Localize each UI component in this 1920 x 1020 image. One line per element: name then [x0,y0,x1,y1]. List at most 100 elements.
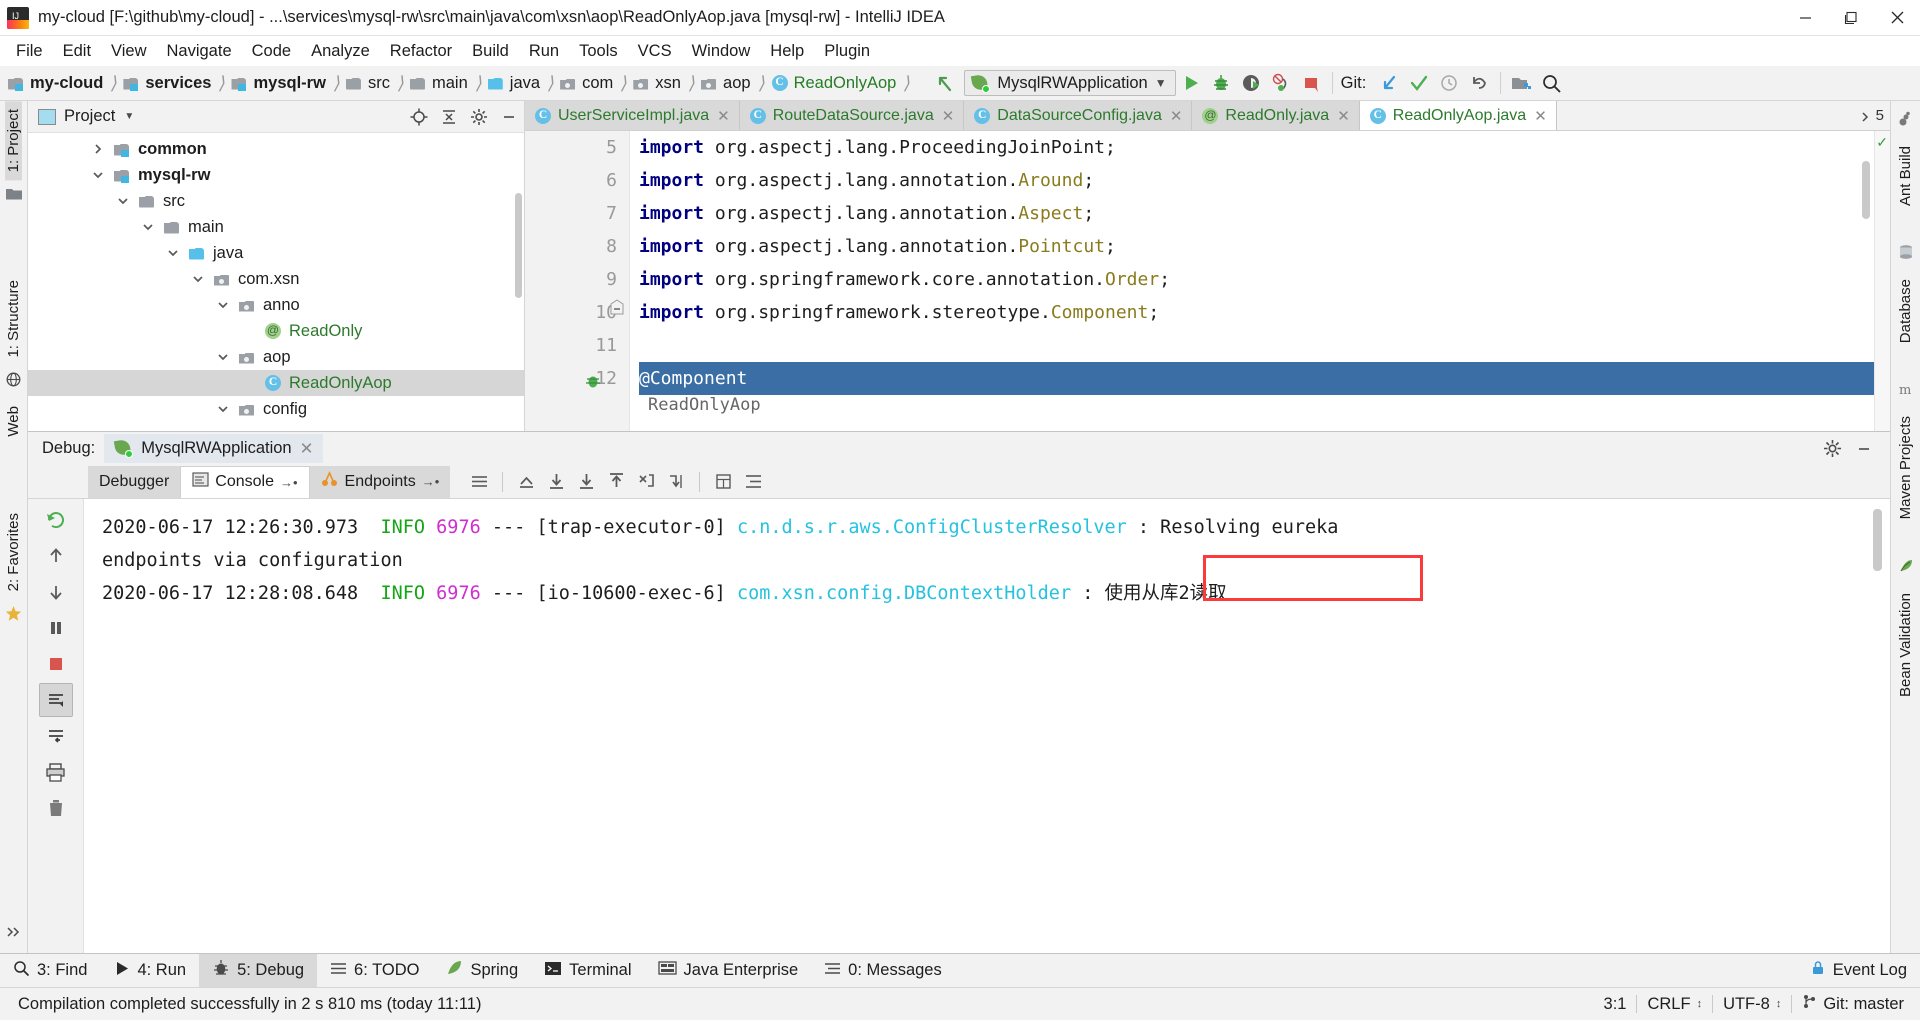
maven-icon[interactable]: m [1898,381,1914,402]
print-icon[interactable] [39,755,73,789]
menu-item-code[interactable]: Code [242,40,301,63]
trace-up-icon[interactable] [511,467,541,497]
rail-button-bean-validation[interactable]: Bean Validation [1897,585,1914,705]
tab-readonlyaop[interactable]: ReadOnlyAop.java ✕ [1359,101,1557,130]
step-over-icon[interactable] [541,467,571,497]
hide-panel-icon[interactable] [1848,434,1880,464]
menu-item-help[interactable]: Help [760,40,814,63]
hide-panel-icon[interactable] [494,102,524,132]
close-button[interactable] [1874,0,1920,36]
tab-datasourceconfig[interactable]: DataSourceConfig.java ✕ [964,101,1193,130]
menu-item-build[interactable]: Build [462,40,519,63]
tab-debugger[interactable]: Debugger [88,465,181,498]
breadcrumb-item-readonlyaop[interactable]: ReadOnlyAop [789,74,900,93]
project-tree[interactable]: common mysql-rw src main java com.xsn an… [28,133,524,431]
git-history-icon[interactable] [1434,69,1464,97]
chevron-down-icon[interactable] [215,401,231,417]
close-icon[interactable]: ✕ [1534,107,1547,125]
tab-userserviceimpl[interactable]: UserServiceImpl.java ✕ [525,101,740,130]
soft-wrap-toggle-icon[interactable] [39,719,73,753]
run-to-cursor-icon[interactable] [661,467,691,497]
tree-item-readonlyaop[interactable]: ReadOnlyAop [28,370,524,396]
bottom-item-spring[interactable]: Spring [432,954,531,988]
menu-item-edit[interactable]: Edit [53,40,101,63]
bottom-item-todo[interactable]: 6: TODO [317,954,432,988]
tab-console[interactable]: Console →• [180,465,310,498]
profile-icon[interactable] [1266,69,1296,97]
rail-button-favorites[interactable]: 2: Favorites [5,505,22,599]
database-icon[interactable] [1898,244,1914,265]
chevron-down-icon[interactable] [215,297,231,313]
minimize-button[interactable] [1782,0,1828,36]
scroll-from-source-icon[interactable] [404,102,434,132]
clear-all-icon[interactable] [39,791,73,825]
console-scrollbar[interactable] [1873,509,1882,571]
breadcrumb-item-mysql-rw[interactable]: mysql-rw [248,74,328,93]
scroll-to-end-icon[interactable] [464,467,494,497]
rail-expand-icon[interactable] [6,923,21,943]
stop-icon[interactable] [1296,69,1326,97]
chevron-down-icon[interactable] [140,219,156,235]
close-icon[interactable]: ✕ [1337,107,1350,125]
breadcrumb-item-xsn[interactable]: xsn [650,74,684,93]
git-rollback-icon[interactable] [1464,69,1494,97]
event-log-button[interactable]: Event Log [1797,954,1920,988]
project-settings-icon[interactable] [1507,69,1537,97]
git-branch-widget[interactable]: Git: master [1792,994,1920,1014]
menu-item-vcs[interactable]: VCS [628,40,682,63]
tree-item-config[interactable]: config [28,396,524,422]
settings-gear-icon[interactable] [1816,434,1848,464]
close-icon[interactable]: ✕ [717,107,730,125]
tree-item-main[interactable]: main [28,214,524,240]
tree-item-aop[interactable]: aop [28,344,524,370]
line-separator-selector[interactable]: CRLF ↕ [1637,995,1712,1014]
pause-icon[interactable] [39,611,73,645]
chevron-down-icon[interactable] [190,271,206,287]
force-step-into-icon[interactable] [631,467,661,497]
step-into-icon[interactable] [571,467,601,497]
run-with-coverage-icon[interactable] [1236,69,1266,97]
chevron-down-icon[interactable] [90,167,106,183]
editor-inspection-gutter[interactable]: ✓ [1874,131,1890,431]
menu-item-analyze[interactable]: Analyze [301,40,380,63]
bottom-item-java-enterprise[interactable]: Java Enterprise [645,954,812,988]
run-configuration-selector[interactable]: MysqlRWApplication ▼ [964,70,1176,96]
up-arrow-icon[interactable] [39,539,73,573]
editor-scrollbar[interactable] [1862,161,1870,219]
search-everywhere-icon[interactable] [1537,69,1567,97]
bottom-item-terminal[interactable]: Terminal [531,954,644,988]
rail-button-ant-build[interactable]: Ant Build [1897,138,1914,214]
maximize-button[interactable] [1828,0,1874,36]
back-arrow-icon[interactable] [930,69,960,97]
tree-item-mysql-rw[interactable]: mysql-rw [28,162,524,188]
tree-item-src[interactable]: src [28,188,524,214]
git-update-icon[interactable] [1374,69,1404,97]
run-icon[interactable] [1176,69,1206,97]
breadcrumb-item-main[interactable]: main [427,74,471,93]
caret-position[interactable]: 3:1 [1594,995,1637,1014]
soft-wrap-icon[interactable] [738,467,768,497]
menu-item-view[interactable]: View [101,40,156,63]
breadcrumb-item-com[interactable]: com [577,74,616,93]
ant-build-icon[interactable] [1898,111,1914,132]
encoding-selector[interactable]: UTF-8 ↕ [1713,995,1791,1014]
tree-item-readonly[interactable]: ReadOnly [28,318,524,344]
chevron-down-icon[interactable] [115,193,131,209]
rail-folder-icon[interactable] [5,186,22,206]
close-icon[interactable]: ✕ [300,439,314,459]
menu-item-plugin[interactable]: Plugin [814,40,880,63]
close-icon[interactable]: ✕ [1170,107,1183,125]
chevron-right-icon[interactable] [90,141,106,157]
breadcrumb-item-my-cloud[interactable]: my-cloud [25,74,106,93]
menu-item-run[interactable]: Run [519,40,569,63]
bean-validation-icon[interactable] [1898,558,1914,579]
chevron-down-icon[interactable] [165,245,181,261]
breadcrumb-item-java[interactable]: java [505,74,543,93]
console-output[interactable]: 2020-06-17 12:26:30.973 INFO 6976 --- [t… [84,499,1890,953]
collapse-all-icon[interactable] [434,102,464,132]
tree-item-com-xsn[interactable]: com.xsn [28,266,524,292]
scroll-to-end-toggle[interactable] [38,683,73,717]
code-text[interactable]: import org.aspectj.lang.ProceedingJoinPo… [630,131,1874,431]
breadcrumb-item-src[interactable]: src [363,74,393,93]
breadcrumb-item-aop[interactable]: aop [718,74,754,93]
